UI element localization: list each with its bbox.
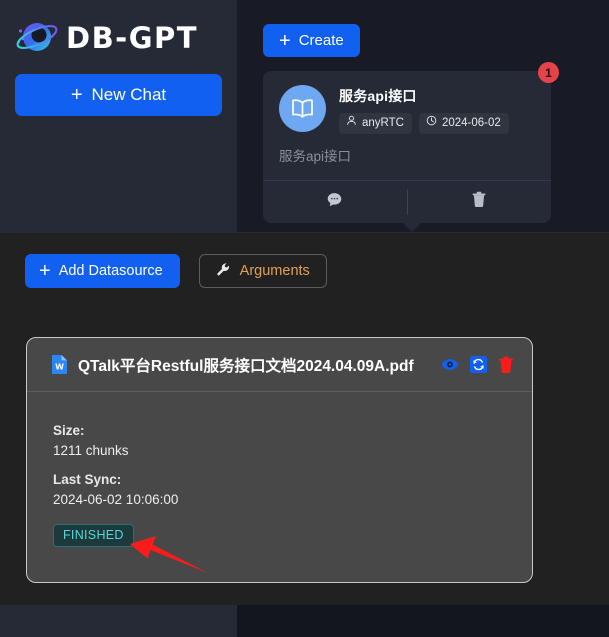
knowledge-card-footer — [263, 180, 551, 223]
plus-icon: + — [70, 84, 83, 106]
last-sync-value: 2024-06-02 10:06:00 — [53, 492, 179, 507]
add-datasource-button[interactable]: + Add Datasource — [25, 254, 180, 288]
new-chat-button[interactable]: + New Chat — [15, 74, 222, 116]
chat-bubble-icon — [326, 191, 343, 213]
status-badge: 1 — [538, 62, 559, 83]
document-card: W QTalk平台Restful服务接口文档2024.04.09A.pdf Si… — [26, 337, 533, 583]
owner-name: anyRTC — [362, 116, 404, 129]
size-label: Size: — [53, 423, 85, 438]
owner-tag: anyRTC — [339, 113, 412, 134]
panel-pointer-arrow — [403, 223, 421, 232]
planet-logo-icon — [14, 15, 60, 61]
arguments-label: Arguments — [239, 263, 310, 279]
knowledge-card-title: 服务api接口 — [339, 88, 417, 104]
open-book-icon — [279, 85, 326, 132]
trash-icon — [471, 191, 487, 213]
date-value: 2024-06-02 — [441, 116, 501, 129]
trash-icon[interactable] — [498, 356, 514, 374]
chat-button[interactable] — [263, 181, 407, 223]
document-status-badge: FINISHED — [53, 524, 134, 547]
new-chat-label: New Chat — [91, 85, 167, 104]
plus-icon: + — [39, 260, 51, 282]
create-button[interactable]: + Create — [263, 24, 360, 57]
sidebar: DB-GPT + New Chat — [0, 0, 237, 232]
knowledge-card-header: 服务api接口 anyRTC 2024-06-02 — [279, 85, 535, 134]
delete-space-button[interactable] — [408, 181, 552, 223]
knowledge-card-body: 服务api接口 anyRTC 2024-06-02 服务api接口 — [263, 71, 551, 179]
document-body: Size: 1211 chunks Last Sync: 2024-06-02 … — [27, 392, 532, 547]
word-document-icon: W — [51, 354, 68, 375]
last-sync-label: Last Sync: — [53, 472, 122, 487]
create-label: Create — [298, 32, 344, 49]
knowledge-card-tags: anyRTC 2024-06-02 — [339, 113, 509, 134]
toolbar: + Add Datasource Arguments — [25, 254, 327, 288]
eye-icon[interactable] — [441, 357, 459, 372]
svg-text:W: W — [55, 362, 64, 371]
bottom-strip-sidebar — [0, 605, 237, 637]
brand-logo: DB-GPT — [14, 15, 224, 61]
document-actions — [441, 356, 514, 374]
top-panel: DB-GPT + New Chat + Create 服务api接口 anyRT… — [0, 0, 609, 232]
document-header: W QTalk平台Restful服务接口文档2024.04.09A.pdf — [27, 338, 532, 392]
add-datasource-label: Add Datasource — [58, 263, 163, 279]
size-value: 1211 chunks — [53, 443, 129, 458]
document-file-name: QTalk平台Restful服务接口文档2024.04.09A.pdf — [78, 357, 414, 375]
bottom-strip — [0, 605, 609, 637]
clock-icon — [426, 115, 437, 131]
knowledge-card-description: 服务api接口 — [279, 148, 352, 164]
main-content: + Add Datasource Arguments W QTalk平台Rest… — [0, 232, 609, 605]
knowledge-space-card[interactable]: 服务api接口 anyRTC 2024-06-02 服务api接口 — [263, 71, 551, 223]
red-arrow-icon — [130, 536, 208, 573]
date-tag: 2024-06-02 — [418, 113, 509, 134]
plus-icon: + — [279, 29, 291, 52]
app-root: DB-GPT + New Chat + Create 服务api接口 anyRT… — [0, 0, 609, 637]
arguments-button[interactable]: Arguments — [198, 254, 327, 288]
wrench-icon — [216, 262, 231, 281]
brand-name: DB-GPT — [66, 20, 199, 55]
knowledge-card-meta: 服务api接口 anyRTC 2024-06-02 — [339, 85, 509, 134]
sync-icon[interactable] — [470, 356, 487, 373]
user-icon — [346, 115, 357, 131]
